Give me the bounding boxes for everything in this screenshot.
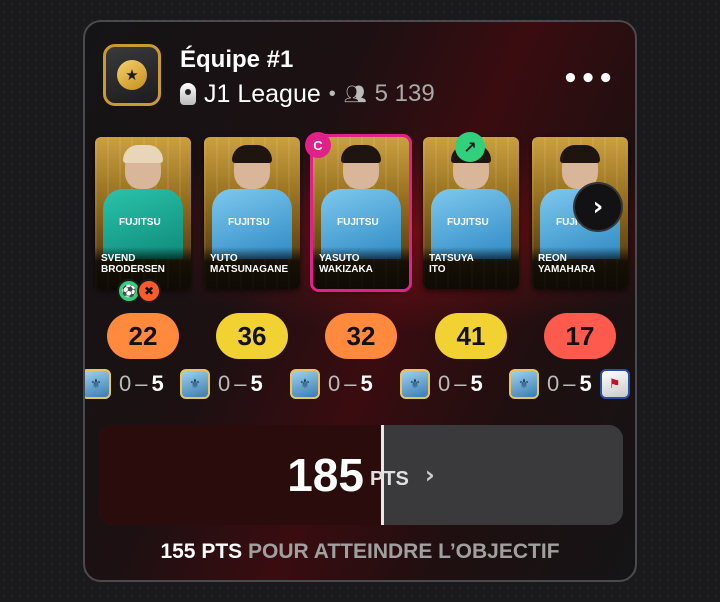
club-crest-icon: ⚜ xyxy=(85,369,111,399)
event-icons: ⚽ ✖ xyxy=(117,279,161,303)
player-first-name: SVEND xyxy=(101,253,136,264)
sponsor-label: FUJITSU xyxy=(447,217,489,228)
sponsor-label: FUJITSU xyxy=(119,217,161,228)
player-last-name: WAKIZAKA xyxy=(319,264,373,275)
player-first-name: YASUTO xyxy=(319,253,360,264)
chevron-right-icon: › xyxy=(592,192,604,222)
sponsor-label: FUJITSU xyxy=(337,217,379,228)
match-score: 0–5 xyxy=(547,371,592,396)
team-card[interactable]: ★ Équipe #1 J1 League • 👥︎ 5 139 ••• C ↗… xyxy=(83,20,637,582)
player-first-name: YUTO xyxy=(210,253,238,264)
player-score-pill: 32 xyxy=(325,313,397,359)
objective-text: 155 PTS POUR ATTEINDRE L’OBJECTIF xyxy=(85,540,635,564)
club-crest-icon: ⚜ xyxy=(400,369,430,399)
player-card[interactable]: FUJITSU YUTO MATSUNAGANE xyxy=(204,137,300,289)
opponent-crest-icon: ⚑ xyxy=(599,369,630,399)
match-result[interactable]: ⚜ 0–5 ⚑ xyxy=(509,367,630,401)
match-result[interactable]: ⚜ 0–5 xyxy=(290,367,373,401)
league-name[interactable]: J1 League xyxy=(204,80,321,109)
total-points: 185 xyxy=(287,449,364,501)
team-title: Équipe #1 xyxy=(180,46,294,73)
player-last-name: MATSUNAGANE xyxy=(210,264,289,275)
star-icon: ★ xyxy=(117,60,147,90)
people-icon: 👥︎ xyxy=(343,83,367,105)
trend-up-icon: ↗ xyxy=(455,132,485,162)
objective-points: 155 PTS xyxy=(160,540,243,563)
players-row: C ↗ FUJITSU SVEND BRODERSEN ⚽ ✖ FUJITSU xyxy=(85,132,635,412)
player-first-name: TATSUYA xyxy=(429,253,474,264)
player-score-pill: 41 xyxy=(435,313,507,359)
j1-league-icon xyxy=(180,83,196,105)
more-options-button[interactable]: ••• xyxy=(562,64,615,94)
league-row: J1 League • 👥︎ 5 139 xyxy=(180,79,435,109)
next-players-button[interactable]: › xyxy=(573,182,623,232)
club-crest-icon: ⚜ xyxy=(509,369,539,399)
match-score: 0–5 xyxy=(438,371,483,396)
total-points-unit: PTS xyxy=(369,467,409,490)
player-score-pill: 17 xyxy=(544,313,616,359)
match-score: 0–5 xyxy=(218,371,263,396)
captain-badge: C xyxy=(305,132,331,158)
match-result[interactable]: ⚜ 0–5 xyxy=(85,367,164,401)
player-first-name: REON xyxy=(538,253,567,264)
followers-count: 5 139 xyxy=(374,80,435,107)
match-result[interactable]: ⚜ 0–5 xyxy=(180,367,263,401)
separator: • xyxy=(328,82,336,105)
player-card[interactable]: FUJITSU SVEND BRODERSEN xyxy=(95,137,191,289)
match-score: 0–5 xyxy=(119,371,164,396)
chevron-right-icon: › xyxy=(424,461,435,489)
club-crest-icon: ⚜ xyxy=(290,369,320,399)
player-score-pill: 22 xyxy=(107,313,179,359)
player-last-name: YAMAHARA xyxy=(538,264,596,275)
foul-icon: ✖ xyxy=(137,279,161,303)
match-score: 0–5 xyxy=(328,371,373,396)
club-crest-icon: ⚜ xyxy=(180,369,210,399)
player-score-pill: 36 xyxy=(216,313,288,359)
objective-label: POUR ATTEINDRE L’OBJECTIF xyxy=(242,540,560,563)
player-last-name: BRODERSEN xyxy=(101,264,165,275)
total-points-button[interactable]: 185 PTS › xyxy=(99,425,623,525)
player-last-name: ITO xyxy=(429,264,446,275)
player-card-captain[interactable]: FUJITSU YASUTO WAKIZAKA xyxy=(310,134,412,292)
sponsor-label: FUJITSU xyxy=(228,217,270,228)
team-badge-icon: ★ xyxy=(103,44,161,106)
match-result[interactable]: ⚜ 0–5 xyxy=(400,367,483,401)
